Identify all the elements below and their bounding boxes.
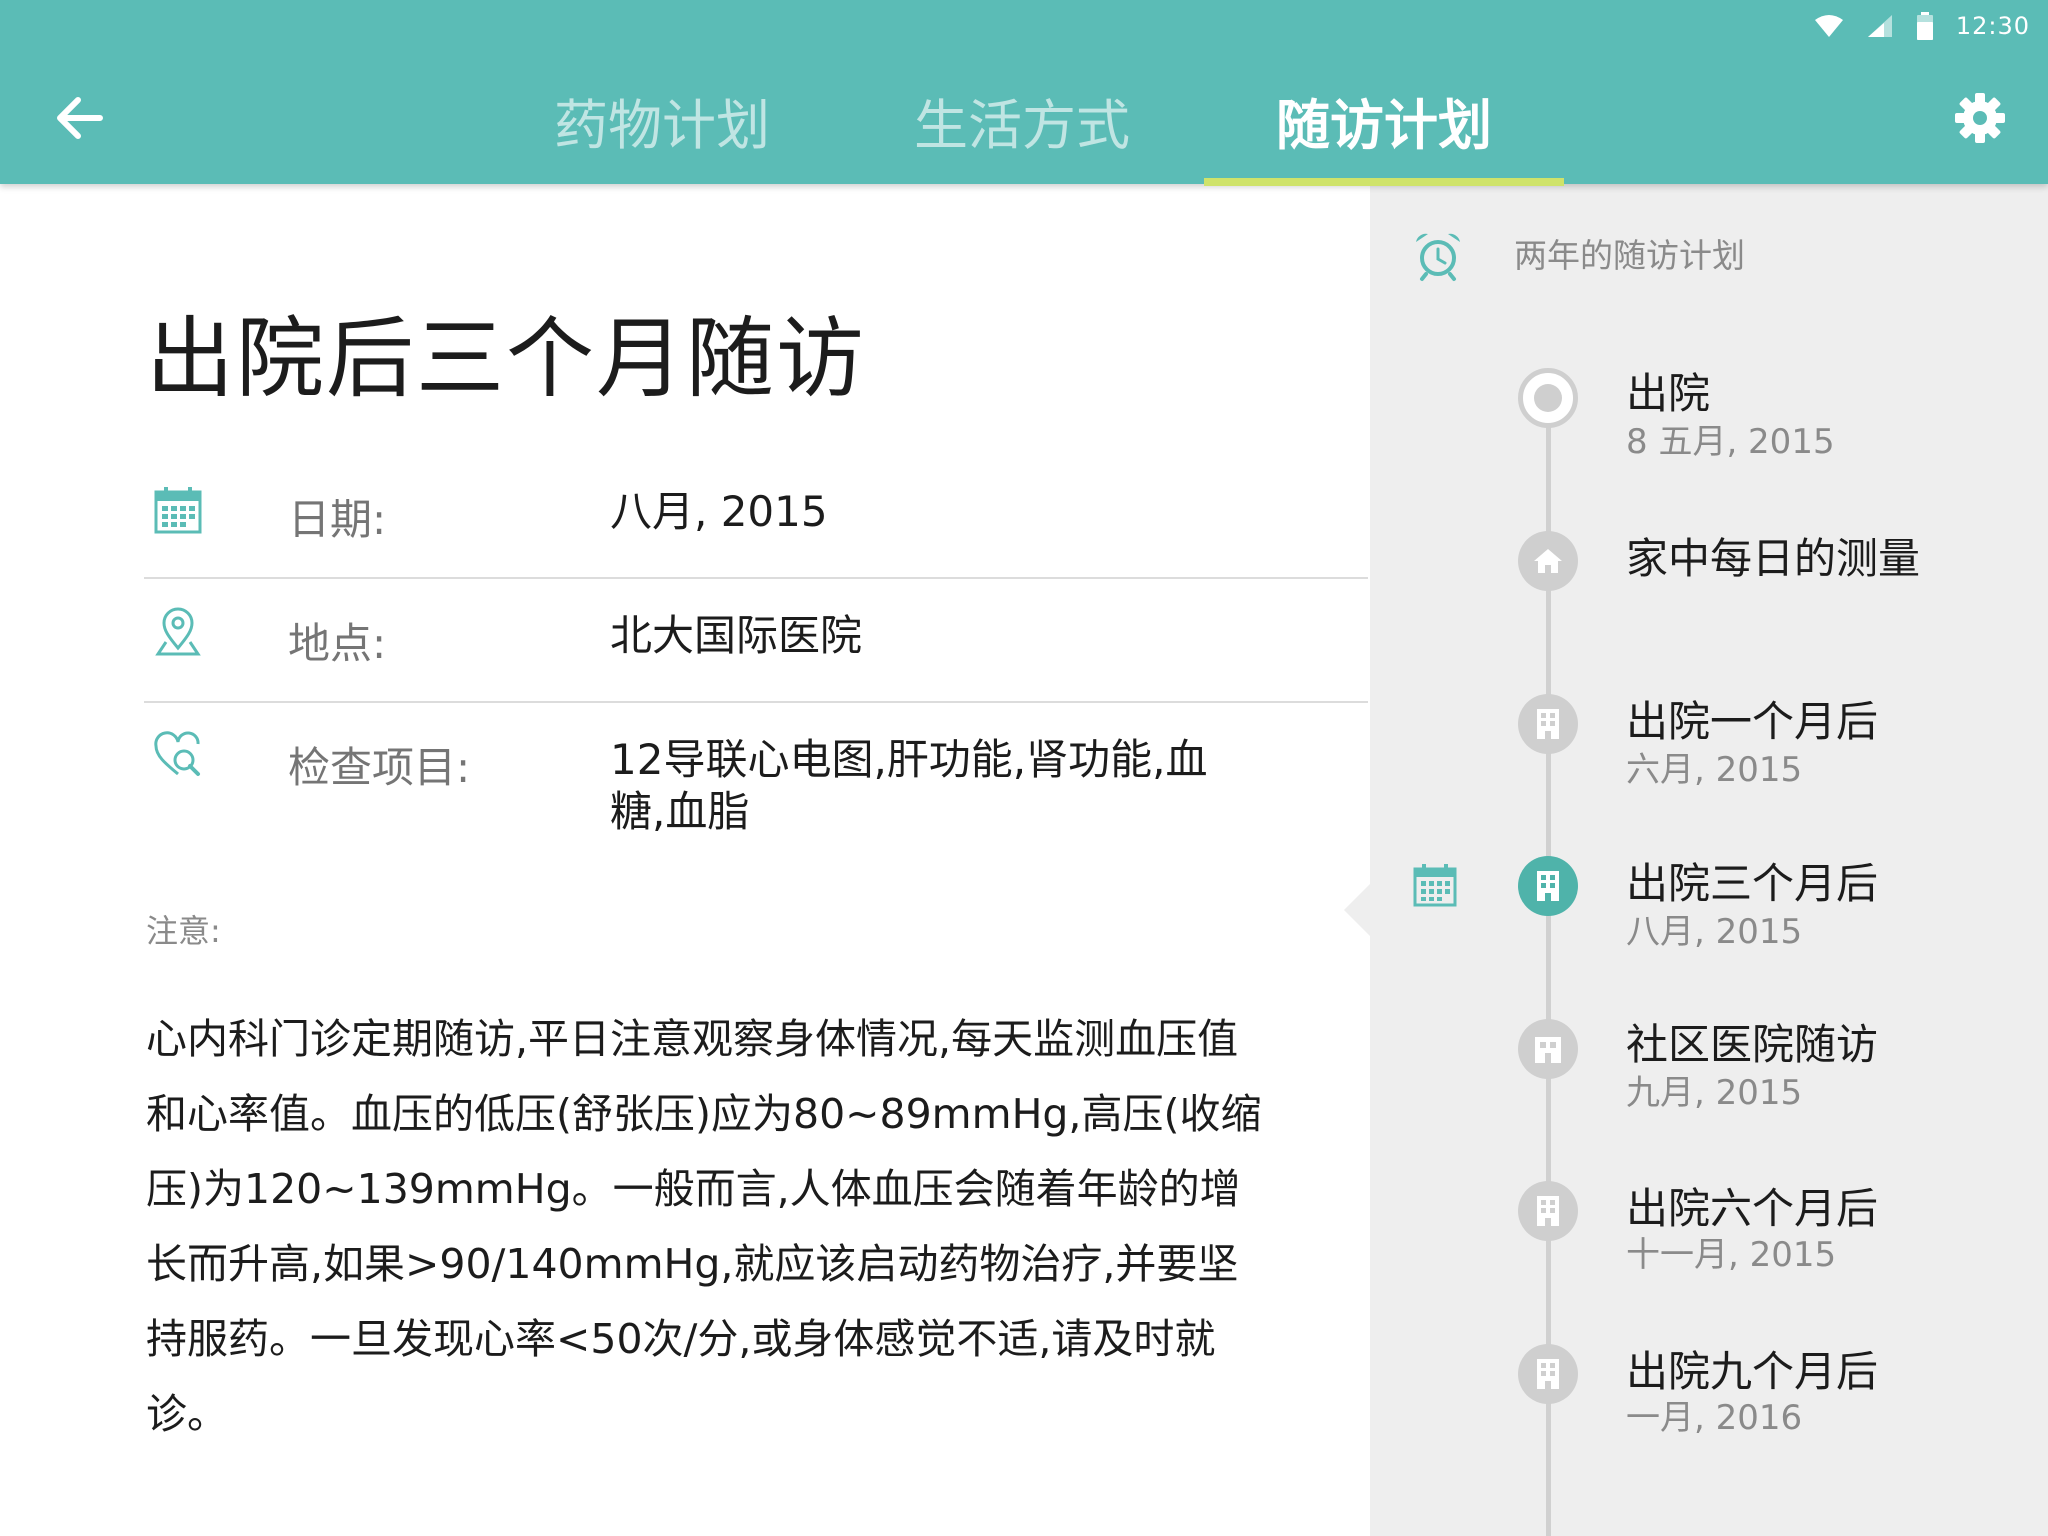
status-time: 12:30 — [1955, 12, 2030, 40]
timeline-item-title: 家中每日的测量 — [1626, 534, 1921, 583]
timeline-item-community-hospital[interactable]: 社区医院随访 九月, 2015 — [1370, 1019, 2048, 1159]
note-label: 注意: — [146, 912, 221, 950]
tab-bar: 药物计划 生活方式 随访计划 — [0, 56, 2048, 186]
timeline-panel: 两年的随访计划 出院 8 五月, 2015 家中每日的测量 出院一个月后 六月,… — [1344, 184, 2048, 1536]
calendar-icon — [1413, 864, 1457, 907]
tab-label: 药物计划 — [554, 93, 770, 157]
selection-pointer — [1344, 884, 1370, 936]
timeline-item-one-month[interactable]: 出院一个月后 六月, 2015 — [1370, 694, 2048, 834]
alarm-clock-icon — [1416, 233, 1460, 281]
divider — [144, 577, 1368, 579]
note-text: 心内科门诊定期随访,平日注意观察身体情况,每天监测血压值和心率值。血压的低压(舒… — [146, 1015, 1262, 1438]
tab-label: 随访计划 — [1276, 93, 1492, 157]
location-row: 地点: 北大国际医院 — [144, 602, 1368, 678]
date-row: 日期: 八月, 2015 — [144, 478, 1368, 554]
clinic-icon — [1518, 1019, 1578, 1079]
status-bar: 12:30 — [1814, 10, 2030, 42]
checkup-items-row: 检查项目: 12导联心电图,肝功能,肾功能,血糖,血脂 — [144, 726, 1368, 846]
home-icon — [1518, 531, 1578, 591]
heart-search-icon — [154, 731, 200, 776]
wifi-icon — [1814, 15, 1843, 37]
divider — [144, 701, 1368, 703]
checkup-items-label: 检查项目: — [288, 743, 471, 792]
checkup-items-value: 12导联心电图,肝功能,肾功能,血糖,血脂 — [610, 735, 1208, 836]
tab-label: 生活方式 — [914, 93, 1130, 157]
location-pin-icon — [155, 607, 201, 656]
location-label: 地点: — [288, 619, 387, 668]
calendar-icon — [154, 487, 202, 534]
page-title: 出院后三个月随访 — [146, 307, 867, 410]
ring-icon — [1518, 368, 1578, 428]
timeline-item-title: 出院三个月后 — [1626, 859, 1879, 908]
timeline-item-date: 十一月, 2015 — [1626, 1235, 1837, 1275]
hospital-icon — [1518, 1344, 1578, 1404]
location-value: 北大国际医院 — [610, 611, 863, 660]
timeline-item-title: 出院一个月后 — [1626, 697, 1879, 746]
hospital-icon — [1518, 1181, 1578, 1241]
timeline-item-nine-months[interactable]: 出院九个月后 一月, 2016 — [1370, 1344, 2048, 1484]
app-bar: 12:30 药物计划 生活方式 随访计划 — [0, 0, 2048, 186]
timeline-item-discharge[interactable]: 出院 8 五月, 2015 — [1370, 368, 2048, 508]
timeline-item-date: 8 五月, 2015 — [1626, 422, 1835, 462]
timeline-item-date: 一月, 2016 — [1626, 1398, 1803, 1438]
timeline-item-title: 出院 — [1626, 369, 1711, 418]
timeline-item-three-months[interactable]: 出院三个月后 八月, 2015 — [1370, 856, 2048, 996]
tab-lifestyle[interactable]: 生活方式 — [886, 56, 1158, 184]
timeline-item-six-months[interactable]: 出院六个月后 十一月, 2015 — [1370, 1181, 2048, 1321]
follow-up-detail: 出院后三个月随访 日期: 八月, 2015 地点: 北大国际医院 检查项目: 1… — [0, 184, 1370, 1536]
timeline-item-date: 九月, 2015 — [1626, 1073, 1803, 1113]
date-label: 日期: — [288, 495, 387, 544]
hospital-icon — [1518, 694, 1578, 754]
tab-follow-up-plan[interactable]: 随访计划 — [1204, 56, 1564, 186]
timeline-item-title: 社区医院随访 — [1626, 1020, 1879, 1069]
timeline-item-date: 八月, 2015 — [1626, 912, 1803, 952]
battery-icon — [1916, 12, 1933, 40]
gear-icon[interactable] — [1952, 90, 2008, 146]
hospital-icon — [1518, 856, 1578, 916]
timeline-header: 两年的随访计划 — [1514, 236, 1745, 275]
timeline-item-date: 六月, 2015 — [1626, 750, 1803, 790]
tab-medication-plan[interactable]: 药物计划 — [526, 56, 798, 184]
signal-icon — [1867, 15, 1892, 37]
date-value: 八月, 2015 — [610, 487, 828, 536]
timeline-item-home-measurement[interactable]: 家中每日的测量 — [1370, 531, 2048, 671]
